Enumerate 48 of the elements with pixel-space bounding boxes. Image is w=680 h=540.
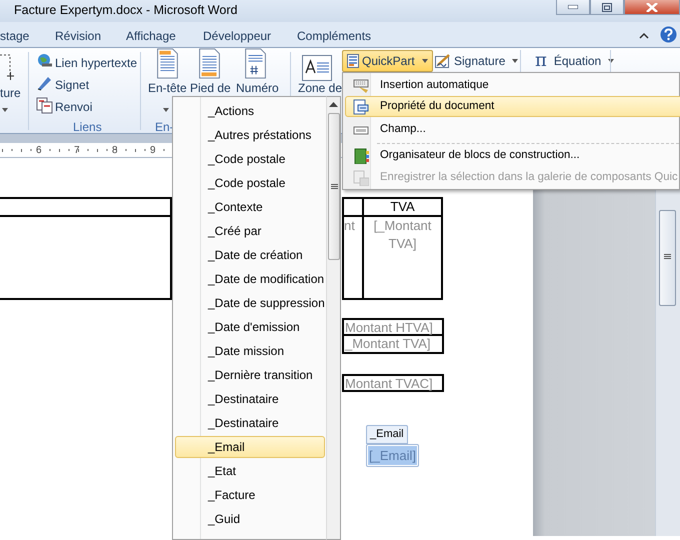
menu-item[interactable]: Organisateur de blocs de construction... — [345, 145, 680, 166]
menu-item[interactable]: _Facture — [175, 484, 325, 506]
menu-item[interactable]: _Contexte — [175, 196, 325, 218]
total-field: Montant HTVA] — [342, 318, 444, 336]
menu-item[interactable]: _Code postale — [175, 172, 325, 194]
menu-item[interactable]: _Date d'emission — [175, 316, 325, 338]
menu-item[interactable]: Champ... — [345, 119, 680, 140]
menu-item[interactable]: _Date de suppression — [175, 292, 325, 314]
ribbon-button[interactable]: ture — [0, 84, 21, 102]
menu-item[interactable]: _Actions — [175, 100, 325, 122]
menu-item[interactable]: _Email — [175, 436, 325, 458]
ribbon-tab[interactable]: stage — [0, 27, 30, 45]
menu-item[interactable]: _Destinataire — [175, 412, 325, 434]
window-title: Facture Expertym.docx - Microsoft Word — [14, 2, 238, 19]
menu-item[interactable]: _Date mission — [175, 340, 325, 362]
ribbon-button[interactable]: Renvoi — [55, 98, 92, 116]
group-label: En- — [155, 119, 174, 136]
ribbon-tab[interactable]: Révision — [55, 27, 102, 45]
ribbon-button[interactable]: Numéro — [236, 82, 279, 95]
ribbon-tab[interactable]: Affichage — [126, 27, 176, 45]
ribbon-tab[interactable]: Développeur — [203, 27, 272, 45]
ribbon-button[interactable]: Pied de — [190, 82, 231, 95]
menu-item[interactable]: _Code postale — [175, 148, 325, 170]
total-field: Montant TVAC] — [342, 374, 444, 392]
content-control-tag[interactable]: _Email — [366, 425, 408, 444]
menu-item[interactable]: _Dernière transition — [175, 364, 325, 386]
menu-item[interactable]: _Créé par — [175, 220, 325, 242]
ruler-number: 7 — [74, 144, 80, 158]
ribbon-button[interactable]: En-tête — [148, 82, 187, 95]
menu-item[interactable]: _Autres préstations — [175, 124, 325, 146]
table-header: TVA — [363, 198, 442, 216]
group-label: Liens — [73, 119, 102, 136]
ribbon-tab[interactable]: Compléments — [297, 27, 372, 45]
table-cell: [_Montant TVA] — [363, 216, 442, 299]
menu-item[interactable]: _Date de création — [175, 244, 325, 266]
ribbon-button[interactable]: Lien hypertexte — [55, 54, 138, 72]
menu-item[interactable]: Insertion automatique — [345, 75, 680, 96]
ribbon-button[interactable]: QuickPart — [342, 50, 433, 72]
menu-item[interactable]: _Date de modification — [175, 268, 325, 290]
equation-icon: π — [535, 52, 551, 70]
table-cell: nt — [343, 216, 363, 299]
menu-item[interactable]: _Destinataire — [175, 388, 325, 410]
ribbon-button[interactable]: Zone de — [298, 82, 342, 95]
total-field: _Montant TVA] — [342, 336, 444, 354]
menu-item[interactable]: Propriété du document — [345, 96, 680, 117]
ribbon-button[interactable]: Signet — [55, 76, 90, 94]
menu-item[interactable]: _Guid — [175, 508, 325, 530]
menu-item[interactable]: _Etat — [175, 460, 325, 482]
